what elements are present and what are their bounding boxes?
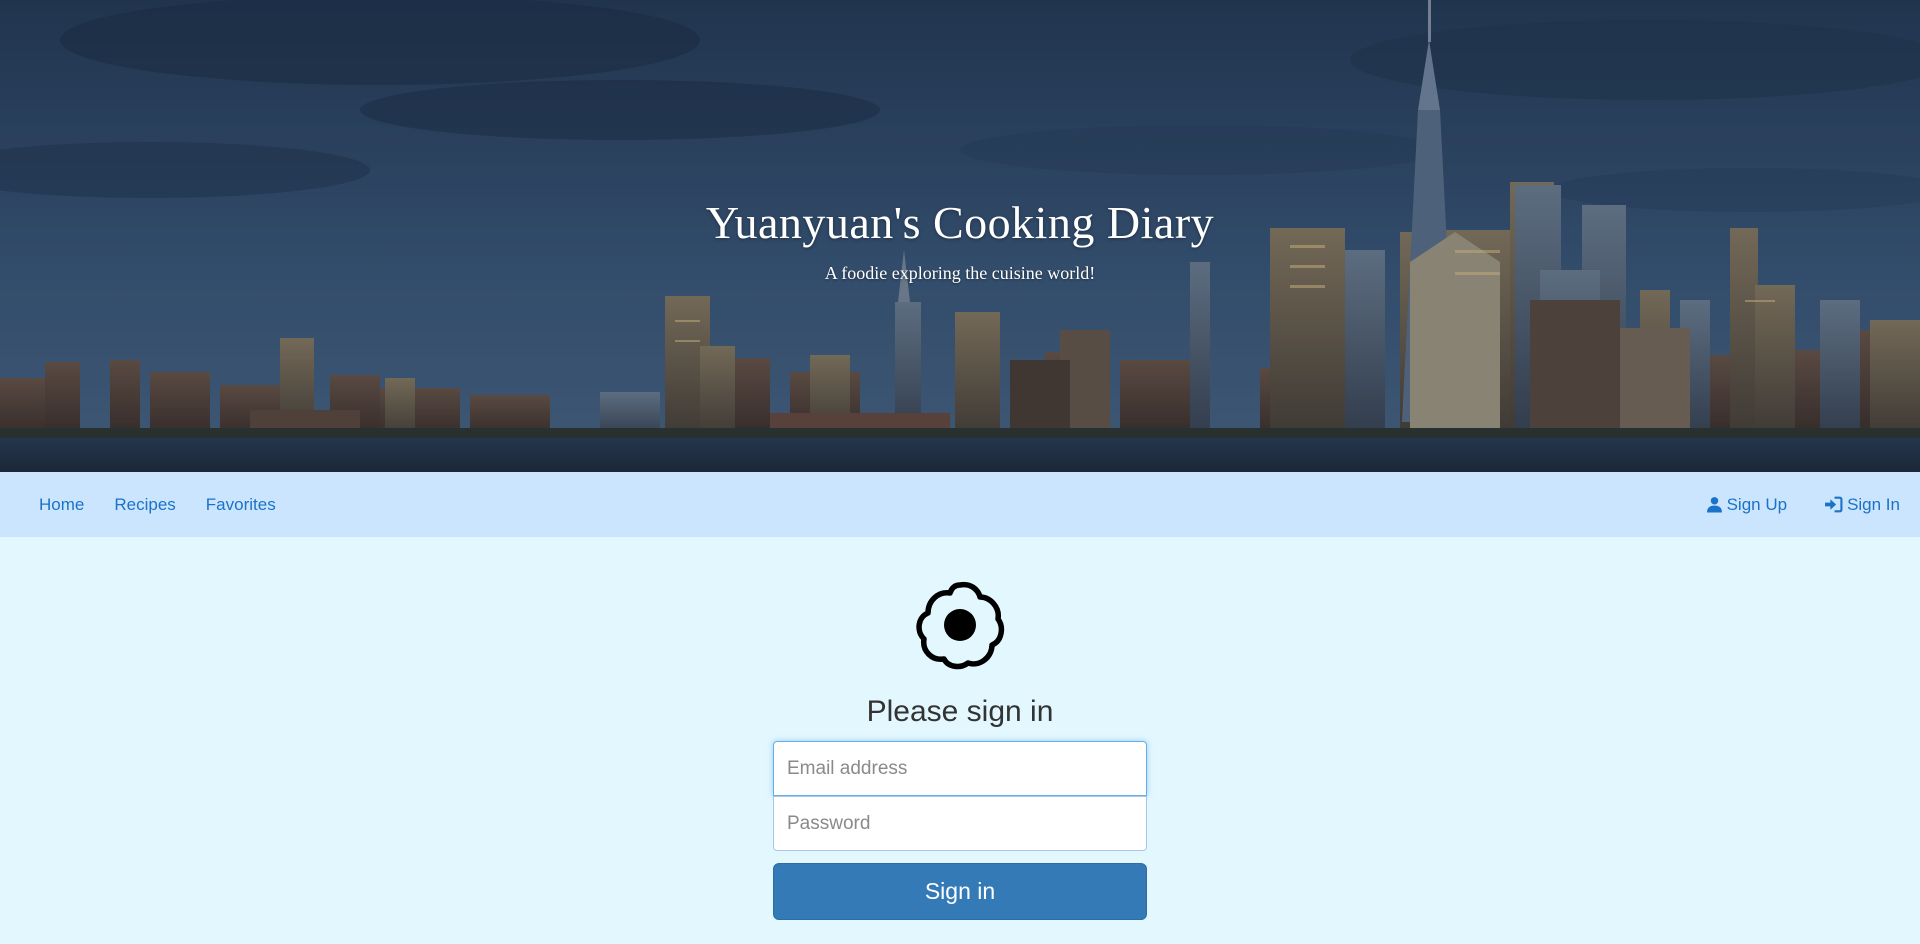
nav-signup-link[interactable]: Sign Up	[1669, 495, 1787, 515]
top-navbar: Home Recipes Favorites Sign Up Sign In	[0, 472, 1920, 537]
user-icon	[1706, 497, 1722, 513]
nav-home-link[interactable]: Home	[24, 495, 99, 515]
site-subtitle: A foodie exploring the cuisine world!	[824, 263, 1096, 283]
site-title: Yuanyuan's Cooking Diary	[705, 197, 1215, 248]
signin-heading: Please sign in	[866, 695, 1054, 728]
nav-recipes-link[interactable]: Recipes	[99, 495, 190, 515]
hero-banner: Yuanyuan's Cooking Diary A foodie explor…	[0, 0, 1920, 472]
password-field[interactable]	[773, 796, 1147, 851]
nav-right-group: Sign Up Sign In	[1669, 472, 1920, 537]
email-field[interactable]	[773, 741, 1147, 796]
hero-text: Yuanyuan's Cooking Diary A foodie explor…	[0, 196, 1920, 284]
signin-form: Please sign in Sign in	[0, 537, 1920, 944]
signin-button[interactable]: Sign in	[773, 863, 1147, 920]
nav-signin-label: Sign In	[1847, 494, 1900, 514]
fried-egg-icon	[916, 581, 1005, 670]
log-in-icon	[1825, 496, 1843, 513]
nav-signin-link[interactable]: Sign In	[1787, 495, 1900, 515]
nav-left-group: Home Recipes Favorites	[0, 472, 291, 537]
nav-signup-label: Sign Up	[1726, 494, 1788, 514]
nav-favorites-link[interactable]: Favorites	[191, 495, 291, 515]
